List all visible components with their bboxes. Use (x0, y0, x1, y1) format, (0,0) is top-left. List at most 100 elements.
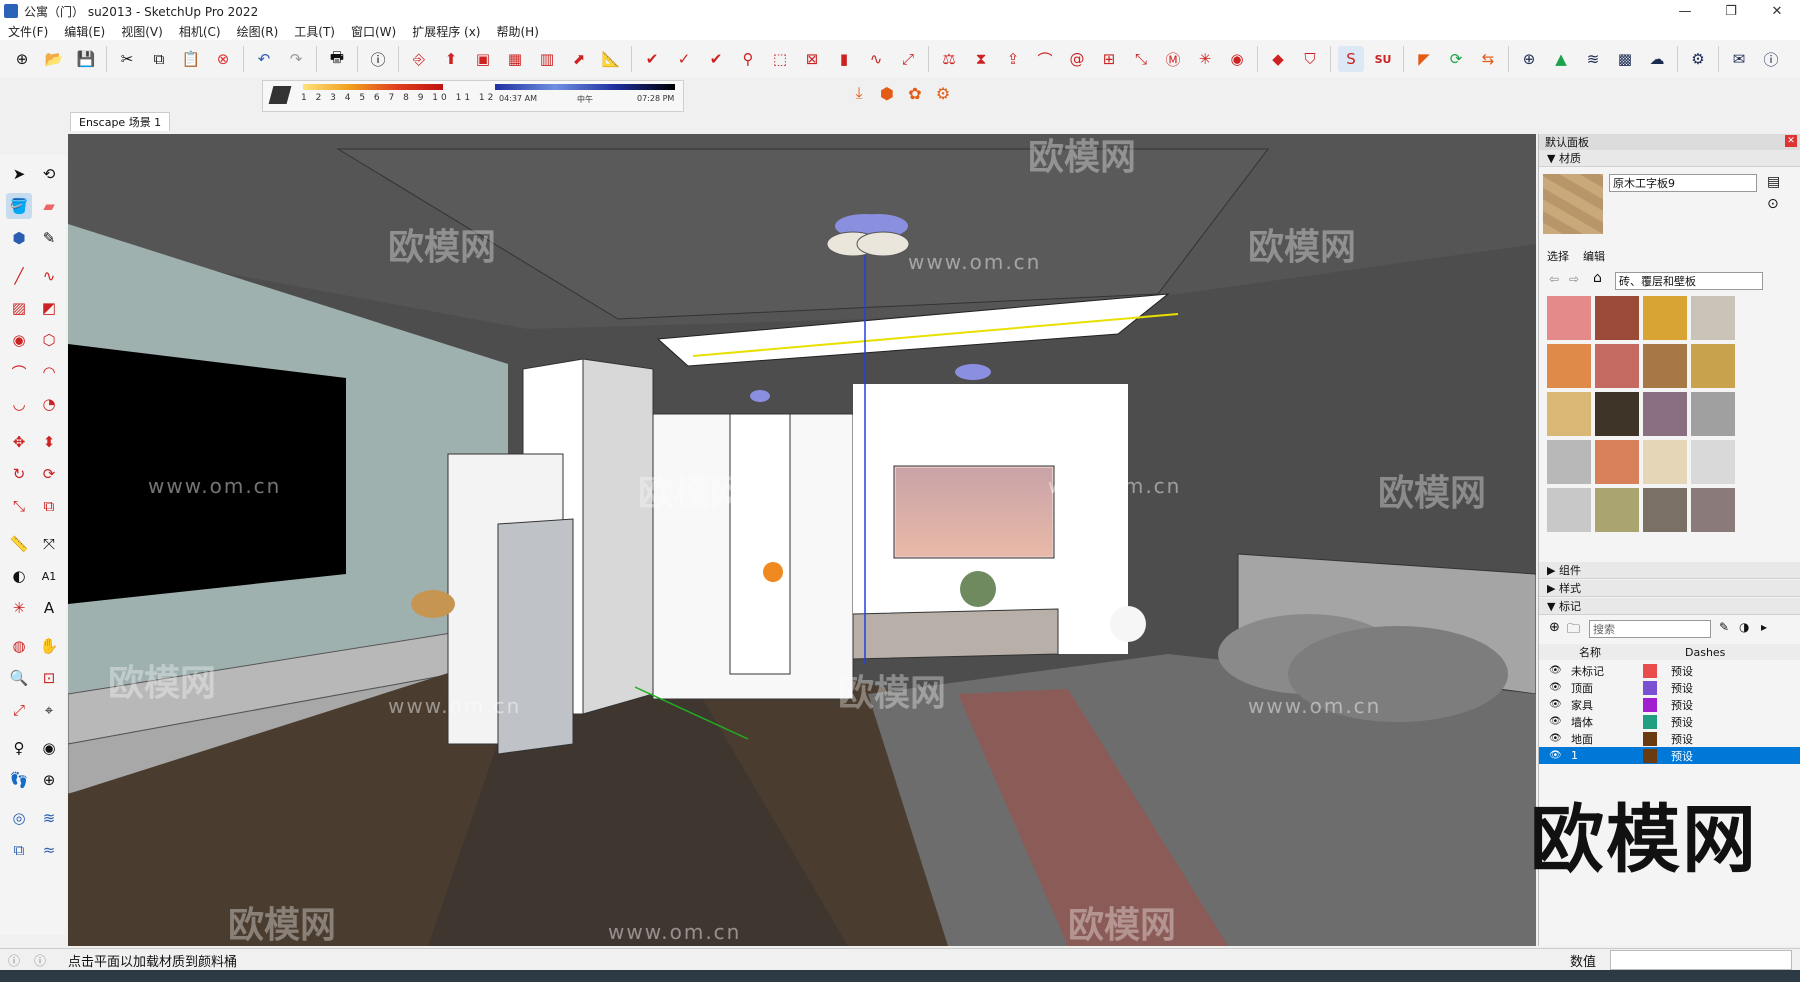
menu-camera[interactable]: 相机(C) (171, 23, 229, 40)
tags-section-header[interactable]: ▼ 标记 (1539, 598, 1800, 615)
sandbox-stamp-icon[interactable]: ⧉ (6, 837, 32, 863)
eraser-icon[interactable]: ▰ (36, 193, 62, 219)
material-swatch[interactable] (1691, 488, 1735, 532)
plugin-s-icon[interactable]: S (1338, 46, 1364, 72)
plugin-frame-icon[interactable]: ⊠ (799, 46, 825, 72)
plugin-camera-icon[interactable]: ◉ (1224, 46, 1250, 72)
material-swatch[interactable] (1547, 440, 1591, 484)
erase-icon[interactable]: ⊗ (210, 46, 236, 72)
plugin-bars-icon[interactable]: ▮ (831, 46, 857, 72)
tag-row[interactable]: 👁 墙体 预设 (1539, 713, 1800, 730)
paint-bucket-icon[interactable]: 🪣 (6, 193, 32, 219)
material-swatch[interactable] (1643, 296, 1687, 340)
plugin-axis-icon[interactable]: ✳ (1192, 46, 1218, 72)
tag-tool-icon[interactable]: ✎ (36, 225, 62, 251)
enscape-settings-icon[interactable]: ⚙ (929, 80, 957, 106)
shadow-toggle-icon[interactable] (268, 86, 292, 104)
position-camera-icon[interactable]: ♀ (6, 735, 32, 761)
eye-icon[interactable]: 👁 (1549, 716, 1567, 727)
paste-icon[interactable]: 📋 (178, 46, 204, 72)
forward-arrow-icon[interactable]: ⇨ (1569, 272, 1579, 286)
create-material-icon[interactable]: ▤ (1767, 174, 1780, 190)
plugin-columns-icon[interactable]: ▥ (534, 46, 560, 72)
component-icon[interactable]: ⬢ (6, 225, 32, 251)
mail-icon[interactable]: ✉ (1726, 46, 1752, 72)
tag-dash[interactable]: 预设 (1671, 697, 1693, 713)
enscape-material-icon[interactable]: ✿ (901, 80, 929, 106)
tag-search-input[interactable]: 搜索 (1589, 620, 1711, 638)
maximize-button[interactable]: ❐ (1708, 0, 1754, 22)
tag-dash[interactable]: 预设 (1671, 748, 1693, 764)
home-icon[interactable]: ⌂ (1593, 270, 1602, 286)
tag-row[interactable]: 👁 家具 预设 (1539, 696, 1800, 713)
new-file-icon[interactable]: ⊕ (9, 46, 35, 72)
tag-dash[interactable]: 预设 (1671, 663, 1693, 679)
tab-edit[interactable]: 编辑 (1583, 248, 1605, 264)
tag-color-swatch[interactable] (1643, 663, 1657, 678)
material-swatch[interactable] (1643, 440, 1687, 484)
plugin-check-icon[interactable]: ✓ (671, 46, 697, 72)
sandbox-drape-icon[interactable]: ≋ (36, 805, 62, 831)
plugin-su-app-icon[interactable]: SU (1370, 46, 1396, 72)
move-tool-icon[interactable]: ✥ (6, 429, 32, 455)
circle-tool-icon[interactable]: ◉ (6, 327, 32, 353)
close-button[interactable]: ✕ (1754, 0, 1800, 22)
material-swatch[interactable] (1691, 296, 1735, 340)
tag-dash[interactable]: 预设 (1671, 714, 1693, 730)
tag-color-swatch[interactable] (1643, 731, 1657, 746)
plugin-box-icon[interactable]: ⬚ (767, 46, 793, 72)
layers-icon[interactable]: ≋ (1580, 46, 1606, 72)
open-folder-icon[interactable]: 📂 (41, 46, 67, 72)
zoom-tool-icon[interactable]: 🔍 (6, 665, 32, 691)
eye-icon[interactable]: 👁 (1549, 750, 1567, 761)
save-icon[interactable]: 💾 (73, 46, 99, 72)
material-swatch[interactable] (1547, 488, 1591, 532)
enscape-sync-icon[interactable]: ⇆ (1475, 46, 1501, 72)
material-swatch[interactable] (1547, 344, 1591, 388)
print-icon[interactable]: 🖶 (324, 46, 350, 72)
menu-tools[interactable]: 工具(T) (286, 23, 343, 40)
plugin-arrow-icon[interactable]: ⤢ (895, 46, 921, 72)
plugin-array-icon[interactable]: ⊞ (1096, 46, 1122, 72)
tag-details-icon[interactable]: ▸ (1761, 620, 1767, 634)
plugin-arc-icon[interactable]: ⌒ (1032, 46, 1058, 72)
look-around-icon[interactable]: ◉ (36, 735, 62, 761)
minimize-button[interactable]: — (1662, 0, 1708, 22)
close-icon[interactable]: ✕ (1785, 135, 1797, 147)
plugin-bucket-icon[interactable]: ⛉ (1297, 46, 1323, 72)
3d-text-icon[interactable]: A (36, 595, 62, 621)
protractor-icon[interactable]: ◐ (6, 563, 32, 589)
material-swatch[interactable] (1643, 344, 1687, 388)
material-swatch[interactable] (1547, 296, 1591, 340)
plugin-cube-icon[interactable]: ◆ (1265, 46, 1291, 72)
plugin-window-icon[interactable]: ▣ (470, 46, 496, 72)
menu-draw[interactable]: 绘图(R) (229, 23, 287, 40)
plugin-mirror-icon[interactable]: ⧗ (968, 46, 994, 72)
material-swatch[interactable] (1595, 344, 1639, 388)
undo-icon[interactable]: ↶ (251, 46, 277, 72)
menu-window[interactable]: 窗口(W) (343, 23, 404, 40)
dimension-tool-icon[interactable]: ⤧ (36, 531, 62, 557)
info-icon[interactable]: ⓘ (1758, 46, 1784, 72)
material-library-select[interactable]: 砖、覆层和壁板 (1615, 272, 1763, 290)
pan-tool-icon[interactable]: ✋ (36, 633, 62, 659)
enscape-logo-icon[interactable]: ◤ (1411, 46, 1437, 72)
status-help-icon[interactable]: ⓘ (34, 952, 46, 969)
plugin-m-icon[interactable]: Ⓜ (1160, 46, 1186, 72)
tab-select[interactable]: 选择 (1547, 248, 1569, 264)
plugin-check-icon[interactable]: ✔ (639, 46, 665, 72)
material-swatch[interactable] (1595, 440, 1639, 484)
material-swatch[interactable] (1595, 392, 1639, 436)
eye-icon[interactable]: 👁 (1549, 682, 1567, 693)
tag-color-swatch[interactable] (1643, 697, 1657, 712)
checker-icon[interactable]: ▩ (1612, 46, 1638, 72)
offset-tool-icon[interactable]: ⧉ (36, 493, 62, 519)
material-swatch[interactable] (1547, 392, 1591, 436)
plugin-ruler-icon[interactable]: 📐 (598, 46, 624, 72)
cloud-upload-icon[interactable]: ☁ (1644, 46, 1670, 72)
material-swatch[interactable] (1595, 296, 1639, 340)
eye-icon[interactable]: 👁 (1549, 665, 1567, 676)
select-tool-icon[interactable]: ➤ (6, 161, 32, 187)
scale-tool-icon[interactable]: ⤡ (6, 493, 32, 519)
previous-view-icon[interactable]: ⌖ (36, 697, 62, 723)
